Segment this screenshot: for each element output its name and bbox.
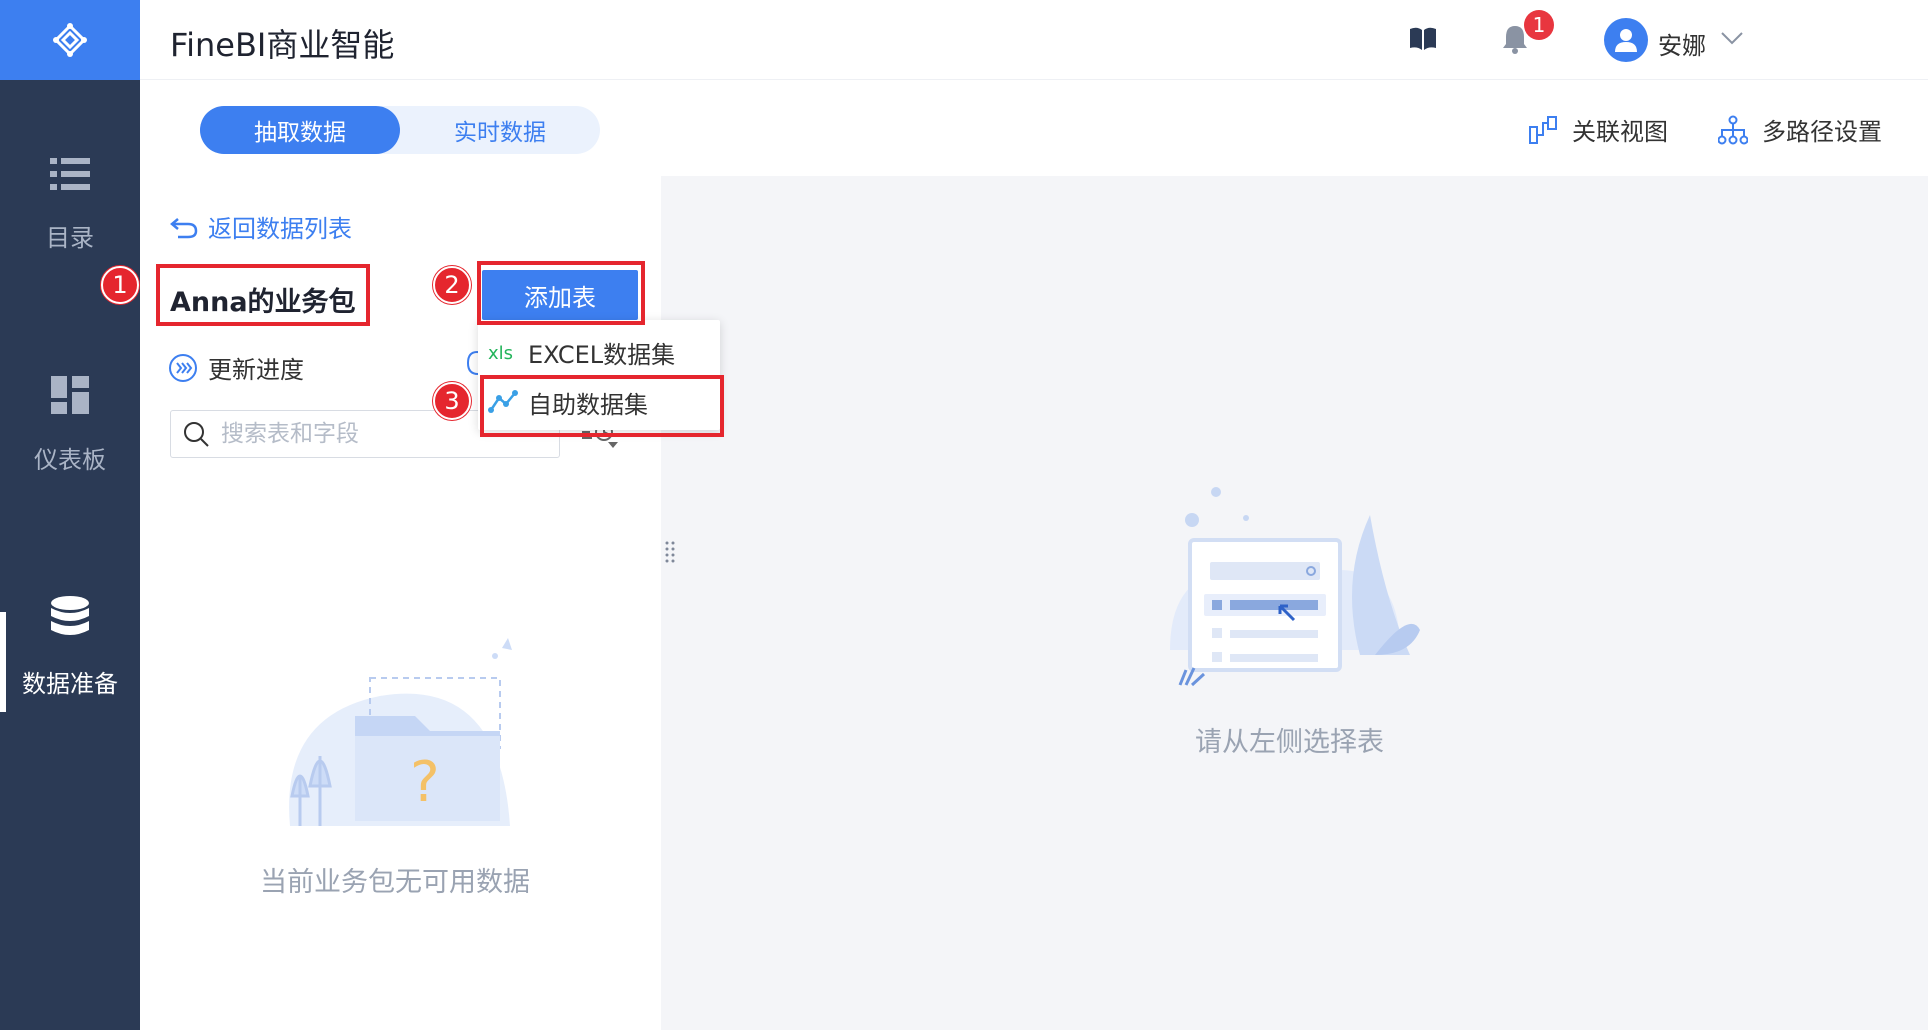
empty-package-text: 当前业务包无可用数据 bbox=[260, 867, 530, 898]
help-doc-button[interactable] bbox=[1408, 26, 1438, 56]
data-mode-tabs: 抽取数据 实时数据 bbox=[200, 106, 600, 154]
multipath-setting-button[interactable]: 多路径设置 bbox=[1718, 112, 1882, 147]
menu-item-label: EXCEL数据集 bbox=[528, 340, 676, 369]
book-icon bbox=[1410, 27, 1436, 50]
update-progress-icon bbox=[169, 353, 197, 382]
search-icon bbox=[184, 422, 209, 447]
sidebar-item-label: 数据准备 bbox=[22, 670, 118, 698]
relation-view-icon bbox=[1529, 115, 1557, 144]
database-icon bbox=[51, 596, 89, 635]
left-nav-rail: 目录 仪表板 数据准备 bbox=[0, 0, 140, 1030]
annotation-marker-3: 3 bbox=[433, 382, 471, 420]
annotation-box-2 bbox=[477, 261, 645, 325]
avatar[interactable] bbox=[1604, 18, 1648, 62]
dashboard-icon bbox=[51, 376, 89, 414]
multipath-setting-label: 多路径设置 bbox=[1762, 118, 1882, 146]
annotation-box-3 bbox=[480, 375, 724, 437]
list-icon bbox=[50, 158, 90, 190]
select-table-hint: 请从左侧选择表 bbox=[1195, 727, 1384, 758]
svg-text:?: ? bbox=[410, 750, 440, 815]
svg-text:xls: xls bbox=[488, 343, 513, 363]
user-name[interactable]: 安娜 bbox=[1658, 26, 1706, 61]
xls-icon: xls bbox=[488, 343, 513, 363]
app-logo[interactable] bbox=[0, 0, 140, 80]
menu-item-excel-dataset[interactable]: xls EXCEL数据集 bbox=[488, 332, 675, 372]
update-progress-label: 更新进度 bbox=[208, 356, 304, 384]
hierarchy-icon bbox=[1718, 115, 1748, 144]
back-arrow-icon bbox=[170, 217, 198, 238]
notification-badge: 1 bbox=[1524, 10, 1554, 40]
back-link-label: 返回数据列表 bbox=[208, 215, 352, 243]
sidebar-item-catalog[interactable]: 目录 bbox=[0, 156, 140, 253]
chevron-down-icon bbox=[1721, 32, 1743, 45]
annotation-marker-1: 1 bbox=[101, 266, 139, 304]
annotation-marker-2: 2 bbox=[433, 266, 471, 304]
select-table-illustration bbox=[1170, 487, 1420, 687]
user-menu-toggle[interactable] bbox=[1720, 30, 1744, 49]
user-icon bbox=[1615, 29, 1637, 52]
drag-handle-icon[interactable] bbox=[664, 540, 676, 566]
sidebar-item-label: 目录 bbox=[46, 224, 94, 252]
update-progress-link[interactable]: 更新进度 bbox=[168, 350, 304, 385]
logo-icon bbox=[53, 23, 87, 57]
sidebar-item-data-prep[interactable]: 数据准备 bbox=[0, 596, 140, 699]
empty-package-illustration: ? bbox=[289, 638, 512, 826]
tab-realtime-data[interactable]: 实时数据 bbox=[400, 106, 600, 154]
sidebar-item-label: 仪表板 bbox=[34, 446, 106, 474]
app-window: 目录 仪表板 数据准备 FineBI商业智能 1 安娜 抽取数据 实时数据 关联… bbox=[0, 0, 1928, 1030]
app-title: FineBI商业智能 bbox=[170, 26, 395, 64]
back-to-data-list-link[interactable]: 返回数据列表 bbox=[170, 209, 352, 244]
relation-view-label: 关联视图 bbox=[1572, 118, 1668, 146]
relation-view-button[interactable]: 关联视图 bbox=[1528, 112, 1668, 147]
tab-extract-data[interactable]: 抽取数据 bbox=[200, 106, 400, 154]
sidebar-item-dashboard[interactable]: 仪表板 bbox=[0, 376, 140, 475]
annotation-box-1 bbox=[156, 264, 370, 326]
